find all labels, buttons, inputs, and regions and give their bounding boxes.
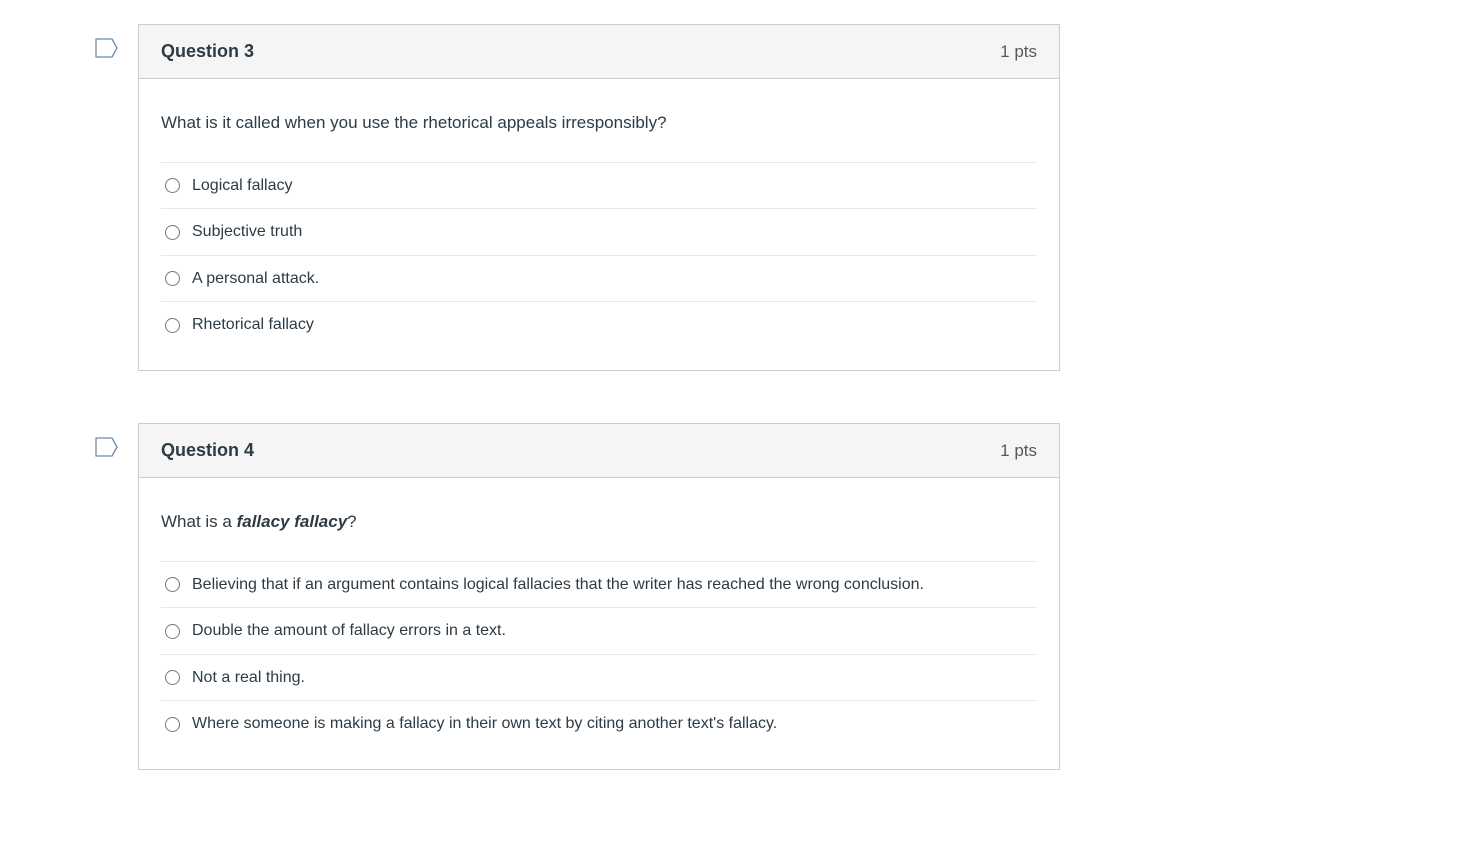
option-label: Double the amount of fallacy errors in a… [192, 620, 1037, 642]
option-row[interactable]: Logical fallacy [161, 162, 1037, 209]
option-label: Where someone is making a fallacy in the… [192, 713, 1037, 735]
option-radio[interactable] [165, 318, 180, 333]
option-label: A personal attack. [192, 268, 1037, 290]
question-body: What is a fallacy fallacy? Believing tha… [139, 478, 1059, 769]
prompt-text-emph: fallacy fallacy [237, 512, 348, 531]
question-prompt: What is a fallacy fallacy? [161, 478, 1037, 561]
option-radio[interactable] [165, 717, 180, 732]
question-card: Question 4 1 pts What is a fallacy falla… [138, 423, 1060, 770]
option-label: Logical fallacy [192, 175, 1037, 197]
quiz-wrapper: Question 3 1 pts What is it called when … [0, 0, 1457, 770]
question-points: 1 pts [1000, 441, 1037, 461]
option-label: Not a real thing. [192, 667, 1037, 689]
option-row[interactable]: Not a real thing. [161, 654, 1037, 701]
flag-icon[interactable] [95, 38, 138, 58]
flag-icon[interactable] [95, 437, 138, 457]
question-card: Question 3 1 pts What is it called when … [138, 24, 1060, 371]
question-body: What is it called when you use the rheto… [139, 79, 1059, 370]
option-row[interactable]: A personal attack. [161, 255, 1037, 302]
flag-column [95, 423, 138, 457]
option-row[interactable]: Believing that if an argument contains l… [161, 561, 1037, 608]
option-radio[interactable] [165, 225, 180, 240]
option-row[interactable]: Where someone is making a fallacy in the… [161, 700, 1037, 747]
options-list: Believing that if an argument contains l… [161, 561, 1037, 747]
flag-column [95, 24, 138, 58]
prompt-text: What is it called when you use the rheto… [161, 113, 667, 132]
option-row[interactable]: Subjective truth [161, 208, 1037, 255]
prompt-text-before: What is a [161, 512, 237, 531]
option-row[interactable]: Double the amount of fallacy errors in a… [161, 607, 1037, 654]
option-radio[interactable] [165, 577, 180, 592]
prompt-text-after: ? [347, 512, 356, 531]
option-radio[interactable] [165, 178, 180, 193]
question-title: Question 4 [161, 440, 254, 461]
question-points: 1 pts [1000, 42, 1037, 62]
option-radio[interactable] [165, 670, 180, 685]
options-list: Logical fallacy Subjective truth A perso… [161, 162, 1037, 348]
option-radio[interactable] [165, 624, 180, 639]
option-label: Rhetorical fallacy [192, 314, 1037, 336]
question-header: Question 4 1 pts [139, 424, 1059, 478]
question-title: Question 3 [161, 41, 254, 62]
question-block: Question 3 1 pts What is it called when … [95, 24, 1457, 371]
option-radio[interactable] [165, 271, 180, 286]
option-label: Subjective truth [192, 221, 1037, 243]
question-header: Question 3 1 pts [139, 25, 1059, 79]
question-block: Question 4 1 pts What is a fallacy falla… [95, 423, 1457, 770]
option-row[interactable]: Rhetorical fallacy [161, 301, 1037, 348]
option-label: Believing that if an argument contains l… [192, 574, 1037, 596]
question-prompt: What is it called when you use the rheto… [161, 79, 1037, 162]
